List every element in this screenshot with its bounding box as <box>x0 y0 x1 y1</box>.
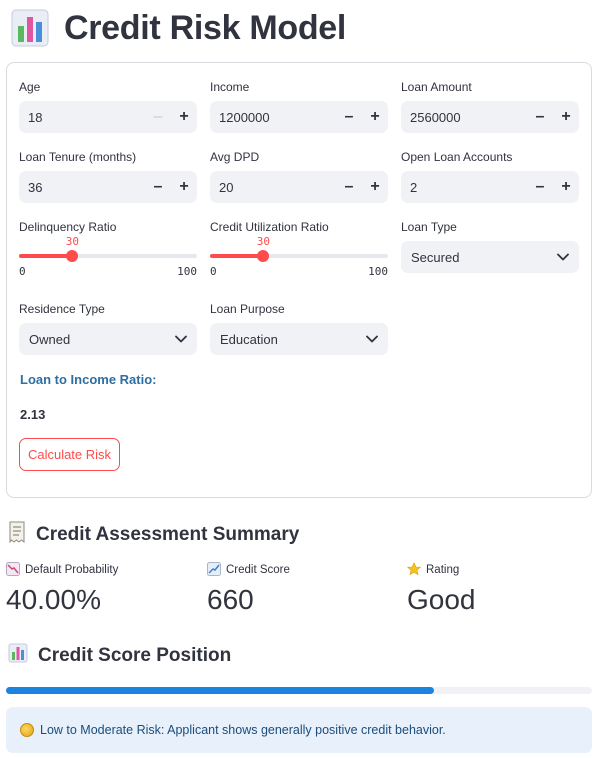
loan-purpose-selected: Education <box>220 331 278 347</box>
delinquency-ratio-slider[interactable]: 30 0 100 <box>19 233 197 278</box>
loan-amount-increment-button[interactable]: + <box>553 101 579 133</box>
coin-icon <box>20 723 34 737</box>
open-loan-accounts-label: Open Loan Accounts <box>401 150 513 164</box>
loan-to-income-label: Loan to Income Ratio: <box>20 372 157 387</box>
loan-amount-field: Loan Amount 2560000 – + <box>401 79 579 133</box>
star-icon <box>406 561 422 579</box>
avg-dpd-increment-button[interactable]: + <box>362 171 388 203</box>
slider-max-label: 100 <box>177 265 197 278</box>
loan-tenure-increment-button[interactable]: + <box>171 171 197 203</box>
rating-metric: Rating Good <box>406 561 597 616</box>
avg-dpd-decrement-button[interactable]: – <box>336 171 362 203</box>
income-label: Income <box>210 80 250 94</box>
open-loan-accounts-input[interactable]: 2 – + <box>401 171 579 203</box>
avg-dpd-value[interactable]: 20 <box>210 180 336 195</box>
metric-label: Rating <box>426 564 460 576</box>
page-header: Credit Risk Model <box>10 6 346 50</box>
metric-value: 660 <box>207 584 254 615</box>
default-probability-metric: Default Probability 40.00% <box>6 561 196 616</box>
residence-type-label: Residence Type <box>19 302 105 316</box>
slider-max-label: 100 <box>368 265 388 278</box>
chevron-down-icon <box>175 335 187 343</box>
chart-decreasing-icon <box>6 561 20 579</box>
assessment-summary-heading: Credit Assessment Summary <box>8 521 299 548</box>
age-field: Age 18 – + <box>19 79 197 133</box>
loan-tenure-decrement-button[interactable]: – <box>145 171 171 203</box>
bar-chart-icon <box>10 8 50 48</box>
loan-purpose-select[interactable]: Education <box>210 323 388 355</box>
residence-type-select[interactable]: Owned <box>19 323 197 355</box>
page-title: Credit Risk Model <box>64 8 347 47</box>
slider-current-value: 30 <box>65 235 80 248</box>
income-field: Income 1200000 – + <box>210 79 388 133</box>
loan-tenure-label: Loan Tenure (months) <box>19 150 137 164</box>
loan-type-selected: Secured <box>411 249 460 265</box>
credit-utilization-ratio-field: Credit Utilization Ratio 30 0 100 <box>210 219 388 278</box>
input-form: Age 18 – + Income 1200000 – + Loan Amoun… <box>6 62 592 498</box>
risk-alert: Low to Moderate Risk: Applicant shows ge… <box>6 707 592 753</box>
loan-type-field: Loan Type Secured <box>401 219 579 273</box>
open-loan-accounts-value[interactable]: 2 <box>401 180 527 195</box>
bar-chart-icon <box>8 643 28 668</box>
loan-tenure-value[interactable]: 36 <box>19 180 145 195</box>
risk-alert-text: Low to Moderate Risk: Applicant shows ge… <box>40 723 446 737</box>
age-label: Age <box>19 80 41 94</box>
metric-value: 40.00% <box>6 584 101 615</box>
section-title: Credit Score Position <box>38 644 232 666</box>
slider-fill <box>19 254 73 258</box>
chevron-down-icon <box>366 335 378 343</box>
age-decrement-button[interactable]: – <box>145 101 171 133</box>
delinquency-ratio-field: Delinquency Ratio 30 0 100 <box>19 219 197 278</box>
loan-purpose-label: Loan Purpose <box>210 302 285 316</box>
credit-score-metric: Credit Score 660 <box>207 561 397 616</box>
residence-type-selected: Owned <box>29 331 71 347</box>
income-input[interactable]: 1200000 – + <box>210 101 388 133</box>
slider-thumb[interactable] <box>66 250 79 262</box>
loan-amount-input[interactable]: 2560000 – + <box>401 101 579 133</box>
credit-utilization-ratio-slider[interactable]: 30 0 100 <box>210 233 388 278</box>
loan-type-select[interactable]: Secured <box>401 241 579 273</box>
score-position-heading: Credit Score Position <box>8 643 231 668</box>
loan-amount-label: Loan Amount <box>401 80 472 94</box>
slider-min-label: 0 <box>19 265 26 278</box>
avg-dpd-field: Avg DPD 20 – + <box>210 149 388 203</box>
slider-min-label: 0 <box>210 265 217 278</box>
loan-to-income-value: 2.13 <box>20 407 46 422</box>
chart-increasing-icon <box>207 561 221 579</box>
slider-fill <box>210 254 264 258</box>
metric-value: Good <box>407 584 476 615</box>
receipt-icon <box>8 521 26 548</box>
age-input[interactable]: 18 – + <box>19 101 197 133</box>
calculate-risk-button[interactable]: Calculate Risk <box>19 438 120 471</box>
loan-purpose-field: Loan Purpose Education <box>210 301 388 355</box>
avg-dpd-input[interactable]: 20 – + <box>210 171 388 203</box>
loan-tenure-input[interactable]: 36 – + <box>19 171 197 203</box>
residence-type-field: Residence Type Owned <box>19 301 197 355</box>
age-value[interactable]: 18 <box>19 110 145 125</box>
loan-amount-value[interactable]: 2560000 <box>401 110 527 125</box>
loan-type-label: Loan Type <box>401 220 457 234</box>
open-loan-accounts-decrement-button[interactable]: – <box>527 171 553 203</box>
loan-tenure-field: Loan Tenure (months) 36 – + <box>19 149 197 203</box>
progress-fill <box>6 687 434 694</box>
open-loan-accounts-field: Open Loan Accounts 2 – + <box>401 149 579 203</box>
loan-amount-decrement-button[interactable]: – <box>527 101 553 133</box>
slider-thumb[interactable] <box>257 250 270 262</box>
metric-label: Credit Score <box>226 564 290 576</box>
slider-current-value: 30 <box>256 235 271 248</box>
credit-score-progress-bar <box>6 687 592 694</box>
age-increment-button[interactable]: + <box>171 101 197 133</box>
metric-label: Default Probability <box>25 564 119 576</box>
chevron-down-icon <box>557 253 569 261</box>
open-loan-accounts-increment-button[interactable]: + <box>553 171 579 203</box>
income-decrement-button[interactable]: – <box>336 101 362 133</box>
section-title: Credit Assessment Summary <box>36 523 300 545</box>
income-value[interactable]: 1200000 <box>210 110 336 125</box>
avg-dpd-label: Avg DPD <box>210 150 260 164</box>
income-increment-button[interactable]: + <box>362 101 388 133</box>
